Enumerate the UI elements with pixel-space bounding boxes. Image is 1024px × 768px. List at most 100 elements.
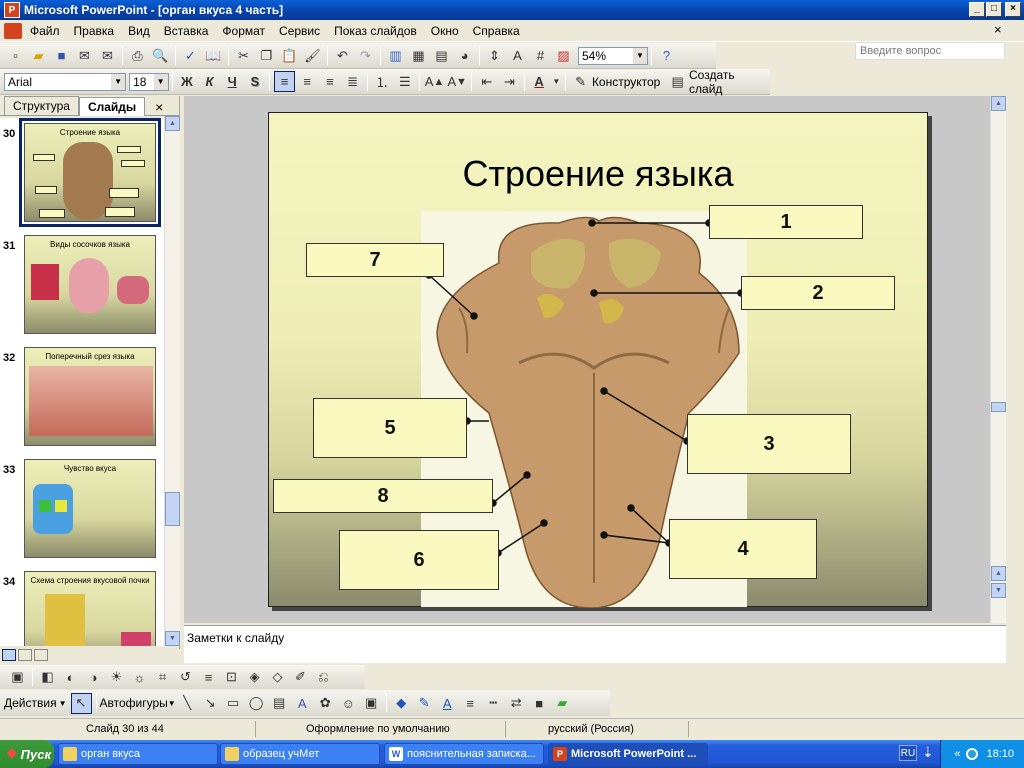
start-button[interactable]: ❖ Пуск: [0, 740, 54, 768]
redo-icon[interactable]: ↷: [355, 45, 376, 66]
decrease-font-icon[interactable]: A ▼: [447, 71, 468, 92]
align-center-icon[interactable]: ≡: [297, 71, 318, 92]
input-icon[interactable]: ⇣: [922, 744, 934, 761]
insert-table-icon[interactable]: ▦: [408, 45, 429, 66]
italic-button[interactable]: К: [199, 71, 220, 92]
tables-borders-icon[interactable]: ▤: [431, 45, 452, 66]
font-color-draw-icon[interactable]: A: [437, 693, 458, 714]
3d-style-icon[interactable]: ▰: [552, 693, 573, 714]
label-1[interactable]: 1: [709, 205, 863, 239]
copy-icon[interactable]: ❐: [256, 45, 277, 66]
picture-icon[interactable]: ▣: [361, 693, 382, 714]
select-pointer-icon[interactable]: ↖: [70, 692, 92, 714]
numbering-icon[interactable]: ⒈: [372, 71, 393, 92]
diagram-icon[interactable]: ✿: [315, 693, 336, 714]
slideshow-view-icon[interactable]: [34, 649, 48, 661]
label-2[interactable]: 2: [741, 276, 895, 310]
undo-icon[interactable]: ↶: [332, 45, 353, 66]
research-icon[interactable]: 📖: [203, 45, 224, 66]
format-painter-icon[interactable]: 🖌: [302, 45, 323, 66]
task-word[interactable]: Wпояснительная записка...: [384, 743, 544, 765]
paste-icon[interactable]: 📋: [279, 45, 300, 66]
menu-tools[interactable]: Сервис: [272, 24, 327, 38]
grid-icon[interactable]: #: [530, 45, 551, 66]
tray-app-icon[interactable]: [966, 748, 979, 760]
label-3[interactable]: 3: [687, 414, 851, 474]
font-color-dropdown-icon[interactable]: ▼: [551, 71, 561, 92]
slide-scrollbar[interactable]: ▲ ▲ ▼: [990, 96, 1006, 623]
thumbnail-slide-31[interactable]: Виды сосочков языка: [24, 235, 156, 334]
menu-help[interactable]: Справка: [466, 24, 527, 38]
tab-outline[interactable]: Структура: [4, 96, 79, 115]
permission-icon[interactable]: ✉: [74, 45, 95, 66]
underline-button[interactable]: Ч: [222, 71, 243, 92]
align-right-icon[interactable]: ≡: [320, 71, 341, 92]
open-icon[interactable]: ▰: [28, 45, 49, 66]
dash-style-icon[interactable]: ┅: [483, 693, 504, 714]
scroll-down-icon[interactable]: ▼: [165, 631, 180, 646]
label-4[interactable]: 4: [669, 519, 817, 579]
color-icon[interactable]: ◧: [37, 667, 58, 688]
decrease-indent-icon[interactable]: ⇤: [476, 71, 497, 92]
designer-icon[interactable]: ✎: [570, 71, 591, 92]
increase-indent-icon[interactable]: ⇥: [499, 71, 520, 92]
task-folder-1[interactable]: орган вкуса: [58, 743, 218, 765]
minimize-button[interactable]: _: [969, 2, 985, 17]
label-7[interactable]: 7: [306, 243, 444, 277]
close-button[interactable]: ×: [1005, 2, 1021, 17]
email-icon[interactable]: ✉: [97, 45, 118, 66]
align-left-icon[interactable]: ≡: [274, 71, 295, 92]
task-powerpoint[interactable]: P Microsoft PowerPoint ...: [548, 743, 708, 765]
print-icon[interactable]: ⎙: [127, 45, 148, 66]
notes-pane[interactable]: Заметки к слайду: [184, 625, 1006, 663]
normal-view-icon[interactable]: [2, 649, 16, 661]
more-brightness-icon[interactable]: ☀: [106, 667, 127, 688]
new-slide-icon[interactable]: ▤: [667, 71, 688, 92]
expand-all-icon[interactable]: ⇕: [484, 45, 505, 66]
menu-slideshow[interactable]: Показ слайдов: [327, 24, 424, 38]
insert-hyperlink-icon[interactable]: ◕: [454, 45, 475, 66]
wordart-icon[interactable]: A: [292, 693, 313, 714]
font-size-select[interactable]: 18 ▼: [129, 72, 169, 91]
label-8[interactable]: 8: [273, 479, 493, 513]
line-color-icon[interactable]: ✎: [414, 693, 435, 714]
transparent-icon[interactable]: ✐: [290, 667, 311, 688]
prev-slide-icon[interactable]: ▲: [991, 566, 1006, 581]
spelling-icon[interactable]: ✓: [180, 45, 201, 66]
insert-chart-icon[interactable]: ▥: [385, 45, 406, 66]
close-pane-icon[interactable]: ×: [155, 99, 163, 115]
zoom-select[interactable]: 54% ▼: [578, 46, 648, 65]
new-slide-button[interactable]: Создать слайд: [689, 68, 770, 96]
maximize-button[interactable]: □: [986, 2, 1002, 17]
designer-button[interactable]: Конструктор: [592, 75, 660, 89]
cut-icon[interactable]: ✂: [233, 45, 254, 66]
thumbnail-slide-34[interactable]: Схема строения вкусовой почки: [24, 571, 156, 646]
print-preview-icon[interactable]: 🔍: [150, 45, 171, 66]
task-folder-2[interactable]: образец учМет: [220, 743, 380, 765]
insert-picture-icon[interactable]: ▣: [7, 667, 28, 688]
textbox-icon[interactable]: ▤: [269, 693, 290, 714]
thumbnail-slide-32[interactable]: Поперечный срез языка: [24, 347, 156, 446]
thumbnail-slide-30[interactable]: Строение языка: [19, 118, 161, 227]
thumbnail-slide-33[interactable]: Чувство вкуса: [24, 459, 156, 558]
new-icon[interactable]: ▫: [5, 45, 26, 66]
help-icon[interactable]: ?: [656, 45, 677, 66]
recolor-icon[interactable]: ◈: [244, 667, 265, 688]
bullets-icon[interactable]: ☰: [395, 71, 416, 92]
menu-format[interactable]: Формат: [215, 24, 272, 38]
more-contrast-icon[interactable]: ◐: [60, 667, 81, 688]
tab-slides[interactable]: Слайды: [78, 97, 146, 116]
line-style-icon[interactable]: ≡: [198, 667, 219, 688]
arrow-style-icon[interactable]: ⇄: [506, 693, 527, 714]
tray-expand-icon[interactable]: «: [954, 748, 960, 760]
justify-icon[interactable]: ≣: [342, 71, 363, 92]
line-icon[interactable]: ╲: [177, 693, 198, 714]
document-icon[interactable]: [4, 22, 22, 39]
label-6[interactable]: 6: [339, 530, 499, 590]
autoshapes-menu[interactable]: Автофигуры: [100, 696, 168, 710]
sorter-view-icon[interactable]: [18, 649, 32, 661]
menu-view[interactable]: Вид: [121, 24, 157, 38]
shadow-button[interactable]: S: [245, 71, 266, 92]
compress-icon[interactable]: ⊡: [221, 667, 242, 688]
increase-font-icon[interactable]: A ▲: [424, 71, 445, 92]
